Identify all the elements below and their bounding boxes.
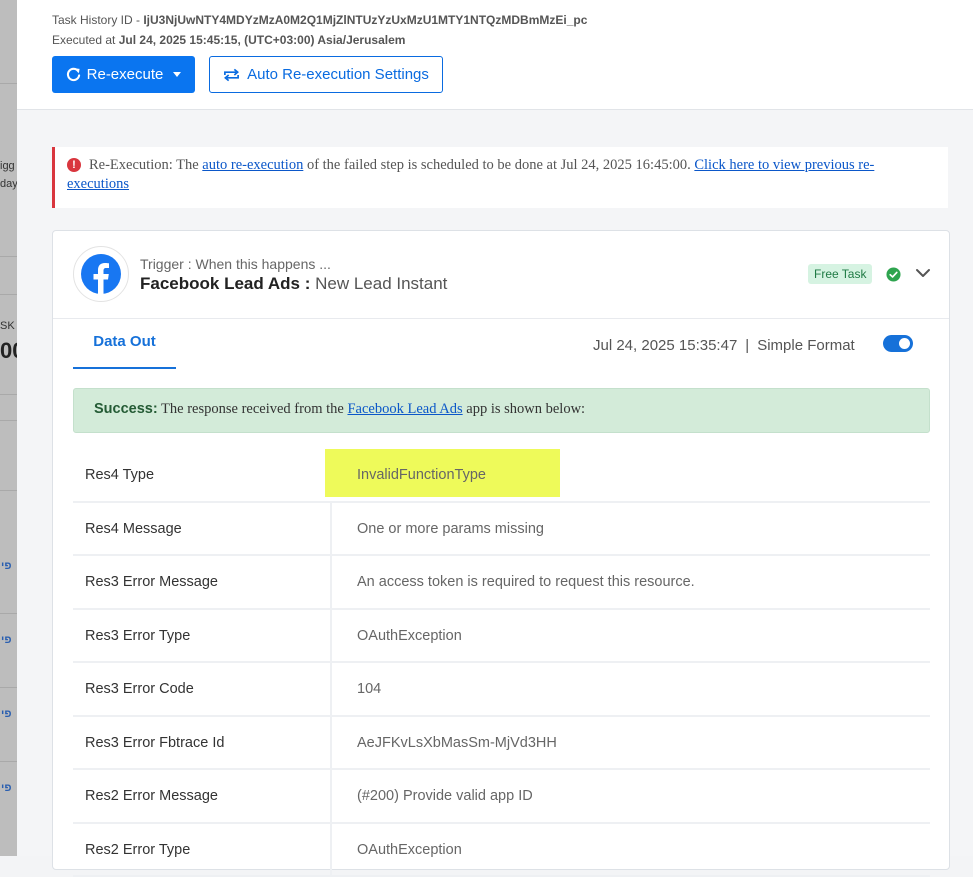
bg-text: SK xyxy=(0,320,15,332)
column-separator xyxy=(330,556,332,608)
caret-down-icon xyxy=(173,72,181,77)
table-row: Res3 Error Type OAuthException xyxy=(73,610,930,664)
trigger-event-name: New Lead Instant xyxy=(315,274,447,293)
bg-link: פי xyxy=(1,560,12,572)
column-separator xyxy=(330,770,332,822)
bg-divider xyxy=(0,687,17,688)
data-out-table: Res4 Type InvalidFunctionType Res4 Messa… xyxy=(73,449,930,877)
bg-number: 00 xyxy=(0,338,17,364)
bg-divider xyxy=(0,83,17,84)
refresh-icon xyxy=(66,67,81,82)
repeat-icon xyxy=(223,68,240,82)
row-key: Res3 Error Message xyxy=(85,574,218,590)
task-history-panel: Task History ID - IjU3NjUwNTY4MDYzMzA0M2… xyxy=(17,0,973,856)
success-message: Success: The response received from the … xyxy=(73,388,930,433)
bg-link: פי xyxy=(1,782,12,794)
row-value: OAuthException xyxy=(357,842,462,858)
bg-divider xyxy=(0,394,17,395)
chevron-down-icon[interactable] xyxy=(915,265,931,281)
bg-divider xyxy=(0,256,17,257)
row-key: Res3 Error Fbtrace Id xyxy=(85,735,224,751)
free-task-badge: Free Task xyxy=(808,264,872,284)
reexecute-label: Re-execute xyxy=(87,66,164,83)
card-divider xyxy=(53,318,949,319)
facebook-logo xyxy=(73,246,129,302)
row-key: Res3 Error Code xyxy=(85,681,194,697)
table-row: Res3 Error Fbtrace Id AeJFKvLsXbMasSm-Mj… xyxy=(73,717,930,771)
executed-at-value: Jul 24, 2025 15:45:15, (UTC+03:00) Asia/… xyxy=(119,33,406,47)
auto-reexecution-settings-button[interactable]: Auto Re-execution Settings xyxy=(209,56,443,93)
bg-divider xyxy=(0,761,17,762)
table-row: Res4 Type InvalidFunctionType xyxy=(73,449,930,503)
simple-format-toggle[interactable] xyxy=(883,335,913,352)
column-separator xyxy=(330,663,332,715)
row-value: OAuthException xyxy=(357,628,462,644)
meta-separator: | xyxy=(745,337,749,354)
data-out-meta: Jul 24, 2025 15:35:47 | Simple Format xyxy=(593,337,855,354)
trigger-title: Facebook Lead Ads : New Lead Instant xyxy=(140,274,447,294)
table-row: Res4 Message One or more params missing xyxy=(73,503,930,557)
row-key: Res4 Message xyxy=(85,521,182,537)
bg-divider xyxy=(0,490,17,491)
trigger-card: Trigger : When this happens ... Facebook… xyxy=(52,230,950,870)
bg-text: igg xyxy=(0,160,15,172)
task-history-id-value: IjU3NjUwNTY4MDYzMzA0M2Q1MjZlNTUzYzUxMzU1… xyxy=(143,13,587,27)
bg-link: פי xyxy=(1,634,12,646)
reexecute-button[interactable]: Re-execute xyxy=(52,56,195,93)
simple-format-label: Simple Format xyxy=(757,337,855,354)
row-key: Res4 Type xyxy=(85,467,154,483)
table-row: Res2 Error Type OAuthException xyxy=(73,824,930,877)
reexecution-alert: !Re-Execution: The auto re-execution of … xyxy=(52,147,948,208)
success-label: Success: xyxy=(94,401,158,417)
bg-divider xyxy=(0,294,17,295)
data-timestamp: Jul 24, 2025 15:35:47 xyxy=(593,337,737,354)
bg-text: day xyxy=(0,178,17,190)
row-value: AeJFKvLsXbMasSm-MjVd3HH xyxy=(357,735,557,751)
row-value: (#200) Provide valid app ID xyxy=(357,788,533,804)
executed-at: Executed at Jul 24, 2025 15:45:15, (UTC+… xyxy=(52,33,405,47)
trigger-label: Trigger : When this happens ... xyxy=(140,256,331,272)
tab-data-out[interactable]: Data Out xyxy=(73,319,176,369)
table-row: Res2 Error Message (#200) Provide valid … xyxy=(73,770,930,824)
column-separator xyxy=(330,824,332,876)
row-key: Res2 Error Type xyxy=(85,842,190,858)
auto-settings-label: Auto Re-execution Settings xyxy=(247,66,429,83)
facebook-icon xyxy=(81,254,121,294)
success-check-icon xyxy=(886,267,901,282)
row-value: InvalidFunctionType xyxy=(357,467,486,483)
bg-link: פי xyxy=(1,708,12,720)
background-page: igg day SK 00 פי פי פי פי xyxy=(0,0,17,856)
row-key: Res3 Error Type xyxy=(85,628,190,644)
error-icon: ! xyxy=(67,158,81,172)
table-row: Res3 Error Code 104 xyxy=(73,663,930,717)
row-value: 104 xyxy=(357,681,381,697)
table-row: Res3 Error Message An access token is re… xyxy=(73,556,930,610)
row-value: An access token is required to request t… xyxy=(357,574,695,590)
row-key: Res2 Error Message xyxy=(85,788,218,804)
task-history-id: Task History ID - IjU3NjUwNTY4MDYzMzA0M2… xyxy=(52,13,587,27)
bg-divider xyxy=(0,613,17,614)
bg-divider xyxy=(0,420,17,421)
auto-reexecution-link[interactable]: auto re-execution xyxy=(202,157,303,173)
panel-header: Task History ID - IjU3NjUwNTY4MDYzMzA0M2… xyxy=(17,0,973,110)
facebook-lead-ads-link[interactable]: Facebook Lead Ads xyxy=(347,401,462,417)
row-value: One or more params missing xyxy=(357,521,544,537)
trigger-app-name: Facebook Lead Ads : xyxy=(140,274,310,293)
column-separator xyxy=(330,717,332,769)
column-separator xyxy=(330,503,332,555)
column-separator xyxy=(330,610,332,662)
